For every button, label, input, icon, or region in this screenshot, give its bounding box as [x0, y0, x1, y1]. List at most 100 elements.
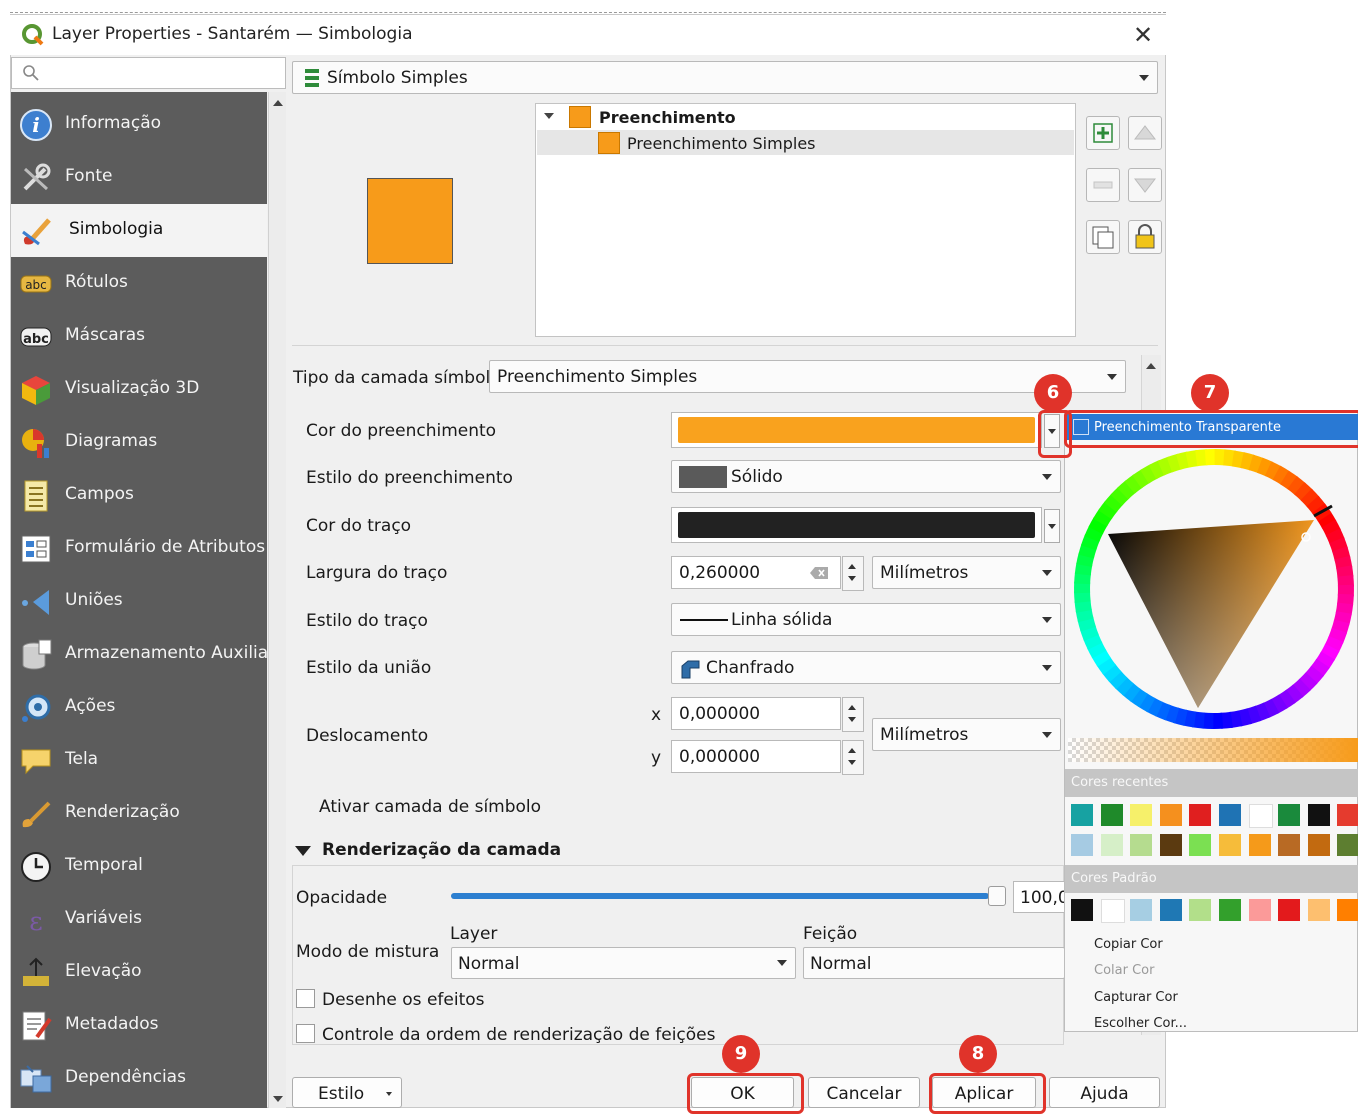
offset-y-input[interactable]: 0,000000: [671, 740, 841, 773]
tree-item-root[interactable]: Preenchimento: [599, 108, 736, 127]
recent-color-swatch[interactable]: [1248, 834, 1271, 856]
recent-color-swatch[interactable]: [1189, 804, 1212, 826]
standard-color-swatch[interactable]: [1278, 899, 1301, 921]
sidebar-item-rotulos[interactable]: abc Rótulos: [11, 257, 267, 310]
recent-color-swatch[interactable]: [1100, 834, 1123, 856]
sidebar-item-formulario-de-atributos[interactable]: Formulário de Atributos: [11, 522, 267, 575]
layer-rendering-header[interactable]: Renderização da camada: [322, 840, 561, 860]
move-up-button[interactable]: [1128, 116, 1162, 150]
recent-color-swatch[interactable]: [1071, 834, 1093, 856]
pick-color-menu-item[interactable]: Capturar Cor: [1094, 990, 1178, 1005]
recent-color-swatch[interactable]: [1278, 804, 1301, 826]
standard-color-swatch[interactable]: [1130, 899, 1153, 921]
color-wheel[interactable]: [1070, 444, 1358, 734]
standard-color-swatch[interactable]: [1189, 899, 1212, 921]
offset-x-spinner[interactable]: [842, 697, 864, 732]
sidebar-item-elevacao[interactable]: Elevação: [11, 946, 267, 999]
enable-symbol-layer-checkbox[interactable]: Ativar camada de símbolo: [319, 797, 541, 817]
duplicate-layer-button[interactable]: [1086, 220, 1120, 254]
stroke-width-spinner[interactable]: [842, 556, 864, 591]
standard-color-swatch[interactable]: [1219, 899, 1241, 921]
sidebar-item-mascaras[interactable]: abc Máscaras: [11, 310, 267, 363]
sidebar-item-acoes[interactable]: Ações: [11, 681, 267, 734]
stroke-color-dropdown-button[interactable]: [1044, 509, 1060, 543]
sidebar-item-temporal[interactable]: Temporal: [11, 840, 267, 893]
recent-color-swatch[interactable]: [1337, 804, 1358, 826]
sidebar-item-label: Ações: [65, 696, 116, 716]
opacity-slider-handle[interactable]: [988, 886, 1006, 906]
offset-y-label: y: [651, 748, 662, 768]
opacity-ramp[interactable]: [1068, 738, 1358, 762]
sidebar-search-input[interactable]: [11, 57, 286, 89]
help-button[interactable]: Ajuda: [1049, 1077, 1160, 1108]
move-down-button[interactable]: [1128, 168, 1162, 202]
stroke-width-input[interactable]: 0,260000: [671, 556, 841, 589]
renderer-select[interactable]: Símbolo Simples: [292, 61, 1158, 94]
recent-color-swatch[interactable]: [1307, 804, 1330, 826]
section-collapse-arrow-icon[interactable]: [295, 846, 311, 856]
sidebar-item-variaveis[interactable]: ε Variáveis: [11, 893, 267, 946]
close-icon[interactable]: ✕: [1126, 18, 1160, 52]
sidebar-item-renderizacao[interactable]: Renderização: [11, 787, 267, 840]
copy-color-menu-item[interactable]: Copiar Cor: [1094, 937, 1163, 952]
stroke-width-unit-select[interactable]: Milímetros: [872, 556, 1061, 589]
offset-y-spinner[interactable]: [842, 740, 864, 775]
symbol-layer-type-select[interactable]: Preenchimento Simples: [489, 360, 1126, 393]
sidebar-item-metadados[interactable]: Metadados: [11, 999, 267, 1052]
style-menu-button[interactable]: Estilo: [292, 1077, 402, 1108]
stroke-color-button[interactable]: [671, 507, 1042, 543]
recent-color-swatch[interactable]: [1219, 834, 1241, 856]
labels-abc-icon: abc: [19, 267, 53, 301]
add-layer-button[interactable]: [1086, 116, 1120, 150]
sidebar-item-visualizacao-3d[interactable]: Visualização 3D: [11, 363, 267, 416]
standard-color-swatch[interactable]: [1337, 899, 1358, 921]
tree-item-child[interactable]: Preenchimento Simples: [627, 134, 816, 153]
recent-color-swatch[interactable]: [1278, 834, 1301, 856]
sidebar-item-diagramas[interactable]: Diagramas: [11, 416, 267, 469]
recent-color-swatch[interactable]: [1337, 834, 1358, 856]
choose-color-menu-item[interactable]: Escolher Cor...: [1094, 1016, 1187, 1031]
join-style-select[interactable]: Chanfrado: [671, 651, 1061, 684]
recent-color-swatch[interactable]: [1100, 804, 1123, 826]
sidebar-item-simbologia[interactable]: Simbologia: [11, 204, 267, 257]
paste-color-menu-item[interactable]: Colar Cor: [1094, 963, 1154, 978]
feature-order-checkbox[interactable]: [296, 1024, 315, 1043]
collapse-arrow-icon[interactable]: [544, 113, 554, 119]
standard-color-swatch[interactable]: [1100, 899, 1125, 923]
opacity-input[interactable]: 100,0: [1013, 881, 1065, 913]
sidebar-scrollbar[interactable]: [268, 92, 286, 1108]
cancel-button[interactable]: Cancelar: [808, 1077, 920, 1108]
standard-color-swatch[interactable]: [1248, 899, 1271, 921]
remove-layer-button[interactable]: [1086, 168, 1120, 202]
recent-color-swatch[interactable]: [1159, 804, 1182, 826]
recent-color-swatch[interactable]: [1307, 834, 1330, 856]
sidebar-item-dependencias[interactable]: Dependências: [11, 1052, 267, 1105]
sidebar-item-fonte[interactable]: Fonte: [11, 151, 267, 204]
sidebar-item-campos[interactable]: Campos: [11, 469, 267, 522]
recent-color-swatch[interactable]: [1130, 804, 1153, 826]
opacity-slider-track[interactable]: [451, 893, 997, 899]
feature-blend-mode-select[interactable]: Normal: [803, 947, 1065, 979]
offset-x-input[interactable]: 0,000000: [671, 697, 841, 730]
recent-color-swatch[interactable]: [1071, 804, 1093, 826]
recent-color-swatch[interactable]: [1189, 834, 1212, 856]
clear-icon[interactable]: [810, 565, 830, 581]
layer-blend-mode-select[interactable]: Normal: [451, 947, 796, 979]
recent-color-swatch[interactable]: [1130, 834, 1153, 856]
recent-color-swatch[interactable]: [1248, 804, 1273, 828]
standard-color-swatch[interactable]: [1159, 899, 1182, 921]
sidebar-item-armazenamento-auxiliar[interactable]: Armazenamento Auxiliar: [11, 628, 275, 681]
fill-color-button[interactable]: [671, 412, 1042, 448]
draw-effects-checkbox[interactable]: [296, 989, 315, 1008]
sidebar-item-informacao[interactable]: i Informação: [11, 98, 267, 151]
standard-color-swatch[interactable]: [1071, 899, 1093, 921]
recent-color-swatch[interactable]: [1219, 804, 1241, 826]
fill-style-select[interactable]: Sólido: [671, 460, 1061, 493]
sidebar-item-tela[interactable]: Tela: [11, 734, 267, 787]
stroke-style-select[interactable]: Linha sólida: [671, 603, 1061, 636]
sidebar-item-unioes[interactable]: Uniões: [11, 575, 267, 628]
lock-color-button[interactable]: [1128, 220, 1162, 254]
recent-color-swatch[interactable]: [1159, 834, 1182, 856]
standard-color-swatch[interactable]: [1307, 899, 1330, 921]
offset-unit-select[interactable]: Milímetros: [872, 718, 1061, 751]
